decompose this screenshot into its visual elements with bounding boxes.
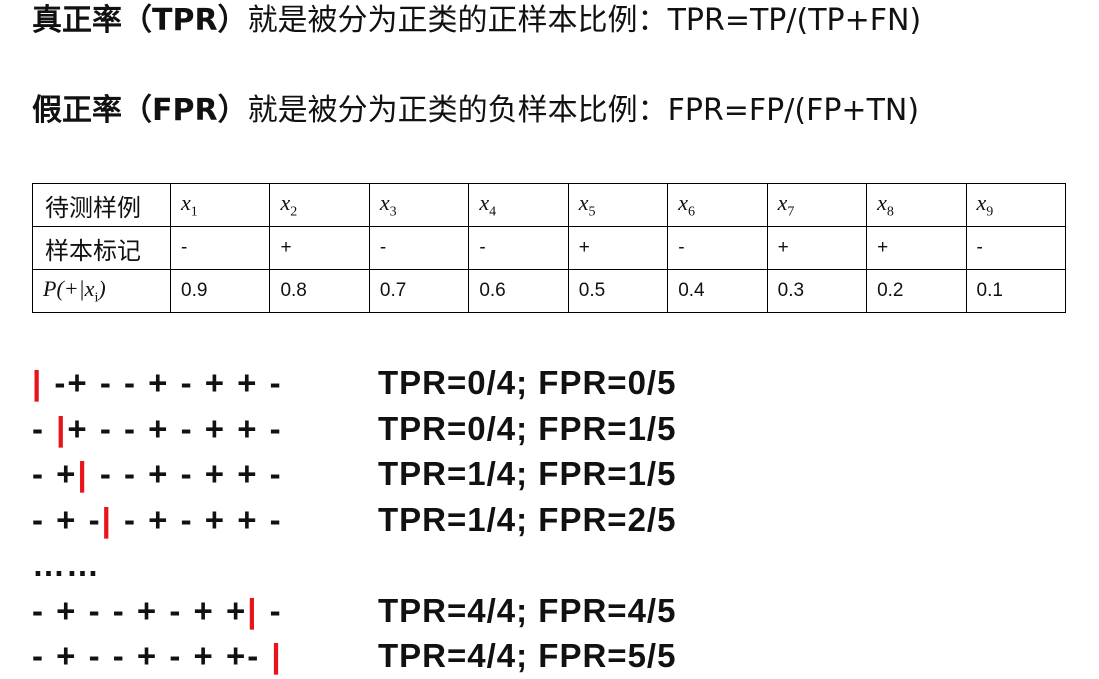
table-row-probabilities: P(+|xi) 0.9 0.8 0.7 0.6 0.5 0.4 0.3 0.2 … bbox=[32, 269, 1066, 313]
threshold-step: | -+ - - + - + + - TPR=0/4; FPR=0/5 bbox=[32, 360, 676, 406]
tpr-term: 真正率 bbox=[32, 3, 122, 38]
tpr-abbr: （TPR） bbox=[122, 3, 248, 38]
label-cell: + bbox=[766, 226, 868, 270]
threshold-steps: | -+ - - + - + + - TPR=0/4; FPR=0/5 - |+ … bbox=[32, 360, 676, 679]
probability-cell: 0.7 bbox=[368, 269, 470, 313]
threshold-marker: | bbox=[101, 500, 113, 538]
label-sequence: - + - - + - + +- | bbox=[32, 637, 283, 674]
sample-cell: x3 bbox=[368, 183, 470, 227]
table-row-labels: 样本标记 - + - - + - + + - bbox=[32, 226, 1066, 270]
label-cell: - bbox=[468, 226, 569, 270]
label-sequence: - + - - + - + +| - bbox=[32, 591, 283, 629]
threshold-marker: | bbox=[247, 591, 259, 629]
probability-cell: 0.1 bbox=[965, 269, 1066, 313]
label-sequence: - +| - - + - + + - bbox=[32, 455, 283, 492]
rate-text: TPR=4/4; FPR=5/5 bbox=[378, 637, 677, 674]
fpr-term: 假正率 bbox=[32, 93, 122, 128]
sample-cell: x8 bbox=[866, 183, 967, 227]
threshold-marker: | bbox=[271, 637, 283, 674]
threshold-marker: | bbox=[56, 409, 68, 447]
row-header-probability: P(+|xi) bbox=[32, 269, 171, 313]
sample-table: 待测样例 x1 x2 x3 x4 x5 x6 x7 x8 x9 样本标记 - +… bbox=[32, 183, 1066, 313]
rate-text: TPR=1/4; FPR=1/5 bbox=[378, 455, 677, 492]
sample-cell: x4 bbox=[468, 183, 569, 227]
row-header-labels: 样本标记 bbox=[32, 226, 171, 270]
probability-cell: 0.2 bbox=[866, 269, 967, 313]
label-cell: - bbox=[965, 226, 1066, 270]
sample-cell: x5 bbox=[567, 183, 669, 227]
label-sequence: - + -| - + - + + - bbox=[32, 500, 283, 538]
sample-cell: x2 bbox=[269, 183, 370, 227]
rate-text: TPR=0/4; FPR=1/5 bbox=[378, 409, 677, 447]
probability-cell: 0.3 bbox=[766, 269, 868, 313]
tpr-description: 就是被分为正类的正样本比例： bbox=[247, 3, 668, 38]
threshold-marker: | bbox=[32, 364, 44, 401]
table-row-samples: 待测样例 x1 x2 x3 x4 x5 x6 x7 x8 x9 bbox=[32, 183, 1066, 227]
fpr-abbr: （FPR） bbox=[122, 93, 248, 128]
label-cell: - bbox=[667, 226, 768, 270]
label-cell: - bbox=[169, 226, 271, 270]
row-header-samples: 待测样例 bbox=[32, 183, 171, 227]
tpr-definition: 真正率（TPR）就是被分为正类的正样本比例：TPR=TP/(TP+FN) bbox=[32, 6, 921, 36]
sample-cell: x6 bbox=[667, 183, 768, 227]
threshold-step: - + -| - + - + + - TPR=1/4; FPR=2/5 bbox=[32, 497, 676, 543]
sample-cell: x7 bbox=[766, 183, 868, 227]
label-cell: + bbox=[866, 226, 967, 270]
probability-cell: 0.5 bbox=[567, 269, 669, 313]
probability-cell: 0.8 bbox=[269, 269, 370, 313]
probability-cell: 0.9 bbox=[169, 269, 271, 313]
threshold-step: - + - - + - + +- | TPR=4/4; FPR=5/5 bbox=[32, 633, 676, 679]
rate-text: TPR=1/4; FPR=2/5 bbox=[378, 500, 677, 538]
threshold-step: - +| - - + - + + - TPR=1/4; FPR=1/5 bbox=[32, 451, 676, 497]
label-sequence: | -+ - - + - + + - bbox=[32, 364, 283, 401]
ellipsis: …… bbox=[32, 546, 100, 583]
label-sequence: - |+ - - + - + + - bbox=[32, 409, 283, 447]
label-cell: + bbox=[567, 226, 669, 270]
threshold-step: - + - - + - + +| - TPR=4/4; FPR=4/5 bbox=[32, 588, 676, 634]
tpr-formula: TPR=TP/(TP+FN) bbox=[667, 3, 922, 38]
label-cell: + bbox=[269, 226, 370, 270]
fpr-description: 就是被分为正类的负样本比例： bbox=[247, 93, 668, 128]
probability-cell: 0.6 bbox=[468, 269, 569, 313]
sample-cell: x1 bbox=[169, 183, 271, 227]
label-cell: - bbox=[368, 226, 470, 270]
fpr-definition: 假正率（FPR）就是被分为正类的负样本比例：FPR=FP/(FP+TN) bbox=[32, 96, 919, 126]
rate-text: TPR=4/4; FPR=4/5 bbox=[378, 591, 677, 629]
threshold-step: - |+ - - + - + + - TPR=0/4; FPR=1/5 bbox=[32, 406, 676, 452]
probability-cell: 0.4 bbox=[667, 269, 768, 313]
rate-text: TPR=0/4; FPR=0/5 bbox=[378, 364, 677, 401]
threshold-marker: | bbox=[77, 455, 89, 492]
sample-cell: x9 bbox=[965, 183, 1066, 227]
fpr-formula: FPR=FP/(FP+TN) bbox=[667, 93, 920, 128]
